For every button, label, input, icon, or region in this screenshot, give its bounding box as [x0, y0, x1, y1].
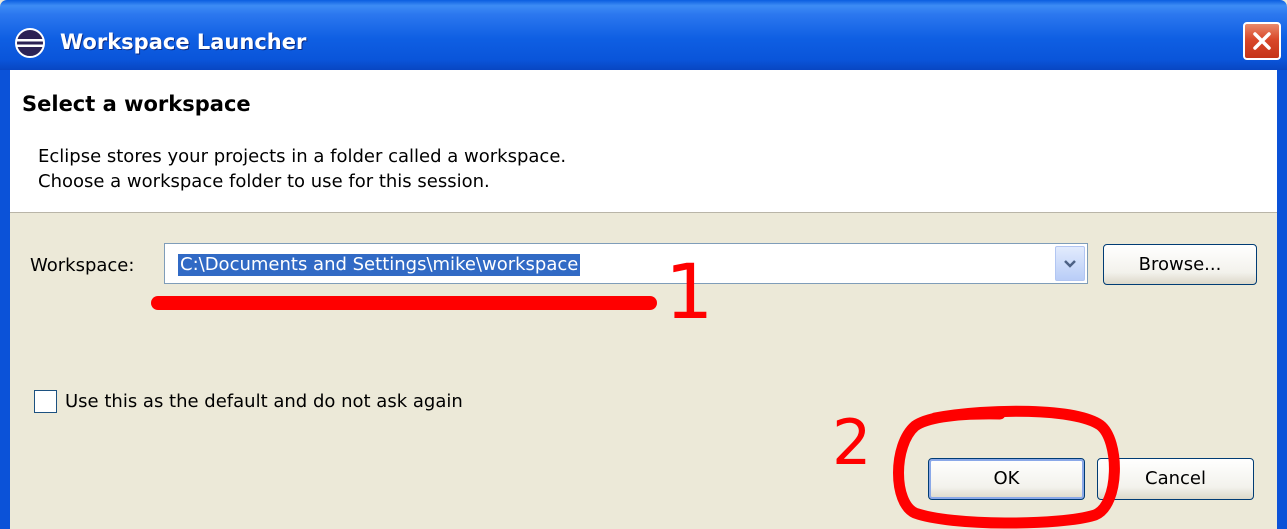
default-checkbox-label[interactable]: Use this as the default and do not ask a…	[65, 391, 463, 412]
title-bar[interactable]: Workspace Launcher	[0, 0, 1287, 70]
workspace-dropdown-button[interactable]	[1055, 246, 1085, 281]
description-line-2: Choose a workspace folder to use for thi…	[38, 171, 490, 192]
eclipse-icon	[15, 28, 45, 58]
annotation-number-2: 2	[832, 406, 871, 479]
description-line-1: Eclipse stores your projects in a folder…	[38, 146, 567, 167]
cancel-button[interactable]: Cancel	[1097, 458, 1254, 500]
window-frame-left	[0, 70, 10, 529]
dialog-header: Select a workspace Eclipse stores your p…	[10, 70, 1277, 213]
close-icon	[1253, 32, 1271, 50]
workspace-combo[interactable]: C:\Documents and Settings\mike\workspace	[164, 243, 1088, 284]
header-description: Eclipse stores your projects in a folder…	[38, 144, 566, 194]
chevron-down-icon	[1064, 260, 1076, 268]
close-button[interactable]	[1243, 22, 1281, 60]
header-title: Select a workspace	[22, 92, 251, 116]
default-checkbox[interactable]	[34, 390, 57, 413]
workspace-input-value[interactable]: C:\Documents and Settings\mike\workspace	[178, 254, 581, 276]
window-title: Workspace Launcher	[60, 30, 307, 54]
window-frame-right	[1277, 70, 1287, 529]
browse-button[interactable]: Browse...	[1103, 244, 1257, 285]
ok-button[interactable]: OK	[928, 458, 1085, 500]
workspace-label: Workspace:	[30, 255, 135, 276]
